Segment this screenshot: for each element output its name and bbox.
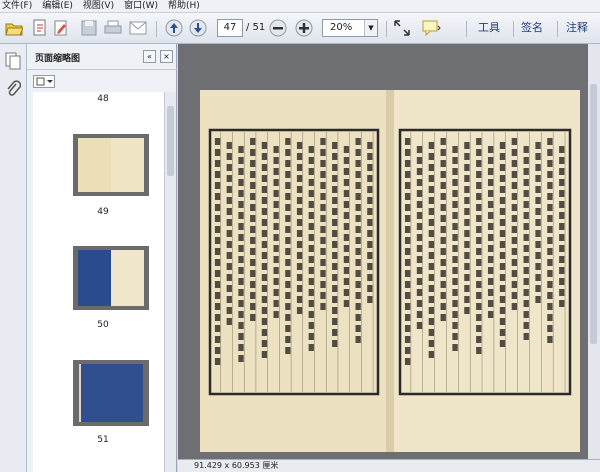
toolbar-separator (557, 21, 558, 37)
collapse-panel-button[interactable]: « (143, 50, 156, 63)
page-number-input[interactable]: 47 (217, 19, 243, 37)
attachments-icon[interactable] (5, 80, 22, 101)
page-thumbnails-panel: 页面缩略图 « × 48 49 50 51 (27, 44, 177, 472)
thumbnail-page-49[interactable] (73, 134, 149, 196)
scanned-book-spread (200, 90, 580, 452)
menu-window[interactable]: 窗口(W) (124, 0, 158, 13)
toolbar: 47 / 51 20% ▼ 工具 签名 注释 (0, 13, 600, 44)
email-icon[interactable] (128, 18, 148, 38)
next-page-icon[interactable] (188, 18, 208, 38)
status-bar: 91.429 x 60.953 厘米 (178, 459, 600, 472)
thumbnail-list: 48 49 50 51 (33, 92, 173, 472)
edit-icon[interactable] (52, 18, 70, 38)
create-pdf-icon[interactable] (30, 18, 50, 38)
zoom-select[interactable]: 20% ▼ (322, 19, 378, 37)
toolbar-separator (466, 21, 467, 37)
thumbnail-label: 48 (97, 94, 109, 104)
panel-header: 页面缩略图 « × (27, 44, 177, 70)
menu-edit[interactable]: 编辑(E) (42, 0, 73, 13)
toolbar-separator (386, 21, 387, 37)
menu-bar: 文件(F) 编辑(E) 视图(V) 窗口(W) 帮助(H) (0, 0, 600, 13)
navigation-strip (0, 44, 27, 472)
thumbnail-label: 50 (97, 320, 109, 330)
close-panel-button[interactable]: × (160, 50, 173, 63)
document-scrollbar[interactable] (588, 44, 600, 459)
toolbar-separator (156, 21, 157, 37)
panel-tools (27, 70, 177, 92)
menu-view[interactable]: 视图(V) (83, 0, 114, 13)
thumbnail-label: 51 (97, 435, 109, 445)
page-dimensions: 91.429 x 60.953 厘米 (194, 461, 279, 470)
thumbnail-label: 49 (97, 207, 109, 217)
menu-file[interactable]: 文件(F) (2, 0, 32, 13)
zoom-value: 20% (330, 22, 353, 33)
toolbar-separator (513, 21, 514, 37)
comment-tool-icon[interactable] (420, 18, 444, 38)
document-view[interactable] (178, 44, 600, 472)
page-total-label: / 51 (246, 22, 266, 33)
fit-page-icon[interactable] (392, 18, 412, 38)
panel-title: 页面缩略图 (35, 54, 81, 64)
open-icon[interactable] (4, 18, 24, 38)
menu-help[interactable]: 帮助(H) (168, 0, 200, 13)
thumbnail-page-50[interactable] (73, 246, 149, 310)
thumbnail-page-51[interactable] (73, 360, 149, 426)
zoom-out-icon[interactable] (268, 18, 288, 38)
chevron-down-icon[interactable]: ▼ (364, 20, 377, 36)
tools-button[interactable]: 工具 (478, 19, 500, 37)
thumbnail-scrollbar[interactable] (164, 92, 176, 472)
zoom-in-icon[interactable] (294, 18, 314, 38)
previous-page-icon[interactable] (164, 18, 184, 38)
comment-button[interactable]: 注释 (566, 19, 588, 37)
page-thumbnails-icon[interactable] (4, 52, 22, 73)
sign-button[interactable]: 签名 (521, 19, 543, 37)
options-dropdown[interactable] (33, 75, 55, 88)
save-icon[interactable] (80, 18, 98, 38)
print-icon[interactable] (104, 18, 122, 38)
